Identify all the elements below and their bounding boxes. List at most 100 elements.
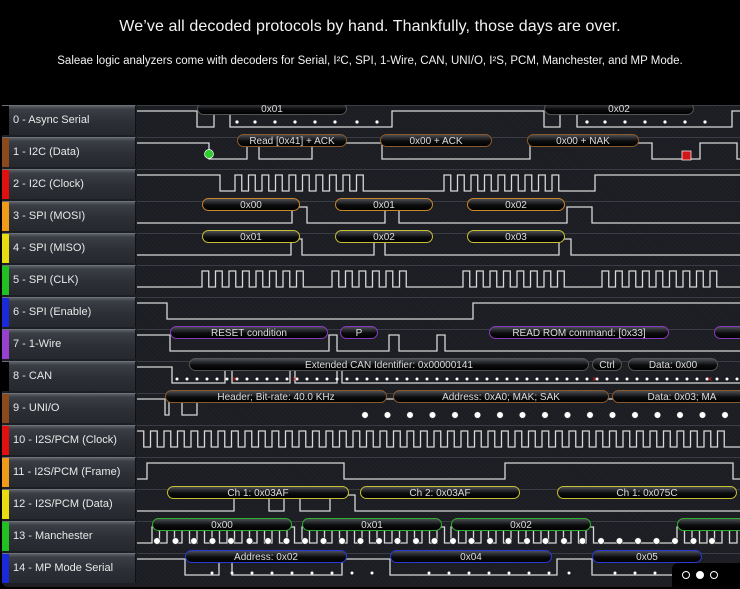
signal-trace [137, 462, 740, 480]
decoded-annotation[interactable]: 0x00 + NAK [527, 134, 639, 147]
channel-label[interactable]: 0 - Async Serial [2, 105, 136, 135]
decoded-annotation[interactable]: P [340, 326, 378, 339]
channel-row: 11 - I2S/PCM (Frame) [2, 457, 740, 489]
bit-sample-dot [535, 377, 539, 381]
decoded-annotation[interactable]: 0x02 [335, 230, 433, 243]
decoded-annotation[interactable]: 0x01 [302, 518, 442, 531]
channel-name: 10 - I2S/PCM (Clock) [13, 434, 117, 446]
channel-label[interactable]: 9 - UNI/O [2, 393, 136, 423]
channel-label[interactable]: 11 - I2S/PCM (Frame) [2, 457, 136, 487]
bit-sample-dot [375, 377, 379, 381]
channel-label[interactable]: 4 - SPI (MISO) [2, 233, 136, 263]
bit-sample-dot [565, 377, 569, 381]
bit-value-bubble [282, 537, 291, 545]
channel-color-swatch [2, 234, 9, 263]
bit-sample-dot [603, 120, 607, 124]
channel-label[interactable]: 14 - MP Mode Serial [2, 553, 136, 583]
decoded-annotation[interactable]: 0x00 [152, 518, 292, 531]
channel-label[interactable]: 6 - SPI (Enable) [2, 297, 136, 327]
decoded-annotation[interactable]: Data: 0x03; MA [612, 390, 740, 403]
bit-sample-dot [375, 120, 379, 124]
decoded-annotation[interactable]: Header; Bit-rate: 40.0 KHz [165, 390, 387, 403]
channel-label[interactable]: 3 - SPI (MOSI) [2, 201, 136, 231]
bit-sample-dot [635, 377, 639, 381]
bit-sample-dot [310, 571, 314, 575]
decoded-annotation[interactable]: 0x00 + ACK [380, 134, 492, 147]
carousel-dot-3[interactable] [710, 571, 718, 579]
decoded-annotation[interactable]: Address: 0xA0; MAK; SAK [393, 390, 609, 403]
decoded-annotation[interactable] [714, 326, 740, 339]
decoded-annotation[interactable]: 0x02 [467, 198, 565, 211]
decoded-annotation[interactable]: Ch 2: 0x03AF [360, 486, 520, 499]
bit-value-bubble [473, 411, 482, 419]
decoded-annotation[interactable]: Address: 0x02 [185, 550, 347, 563]
bit-value-bubble [671, 537, 679, 545]
bit-value-bubble [541, 411, 549, 419]
bit-value-bubble [430, 537, 439, 545]
decoded-annotation[interactable]: READ ROM command: [0x33] [489, 326, 669, 339]
channel-row: 10 - I2S/PCM (Clock) [2, 425, 740, 457]
waveform [137, 430, 740, 448]
decoded-annotation[interactable]: Data: 0x00 [628, 358, 718, 371]
carousel-dot-1[interactable] [682, 571, 690, 579]
waveform [137, 302, 740, 320]
decoded-annotation[interactable]: Ctrl [592, 358, 622, 371]
bit-value-bubble [412, 537, 420, 545]
carousel-dot-2[interactable] [696, 571, 704, 579]
bit-sample-dot [685, 377, 689, 381]
channel-name: 1 - I2C (Data) [13, 146, 80, 158]
decoded-annotation[interactable]: 0x00 [202, 198, 300, 211]
bit-sample-dot [250, 571, 254, 575]
decoded-annotation[interactable]: 0x04 [390, 550, 552, 563]
channel-name: 9 - UNI/O [13, 402, 60, 414]
channel-color-swatch [2, 394, 9, 423]
channel-row: 8 - CAN × × × × Extended CAN Identifier: 0x00… [2, 358, 740, 393]
bit-sample-dot [605, 377, 609, 381]
decoded-annotation[interactable]: Read [0x41] + ACK [237, 134, 347, 147]
bit-sample-dot [567, 571, 571, 575]
channel-label[interactable]: 13 - Manchester [2, 521, 136, 551]
decoded-annotation[interactable]: 0x05 [592, 550, 702, 563]
channel-label[interactable]: 10 - I2S/PCM (Clock) [2, 425, 136, 455]
decoded-annotation[interactable]: RESET condition [170, 326, 328, 339]
decoded-annotation[interactable]: 0x01 [202, 230, 300, 243]
decoded-annotation[interactable]: Extended CAN Identifier: 0x00000141 [189, 358, 589, 371]
decoded-annotation[interactable] [677, 518, 740, 531]
bit-sample-dot [355, 377, 359, 381]
bit-sample-dot [315, 377, 319, 381]
decoded-annotation[interactable]: Ch 1: 0x03AF [167, 486, 349, 499]
channel-label[interactable]: 8 - CAN [2, 361, 136, 391]
bit-sample-dot [643, 120, 647, 124]
channel-label[interactable]: 2 - I2C (Clock) [2, 169, 136, 199]
bit-sample-dot [325, 377, 329, 381]
bit-sample-dot [313, 120, 317, 124]
bit-value-bubble [393, 537, 402, 545]
bit-sample-dot [305, 377, 309, 381]
bit-value-bubble [264, 537, 272, 545]
decoded-annotation[interactable]: 0x03 [467, 230, 565, 243]
decoded-annotation[interactable]: 0x02 [451, 518, 591, 531]
channel-label[interactable]: 5 - SPI (CLK) [2, 265, 136, 295]
bit-sample-dot [485, 377, 489, 381]
channel-label[interactable]: 12 - I2S/PCM (Data) [2, 489, 136, 519]
decoded-annotation[interactable]: 0x01 [197, 105, 347, 115]
decoded-annotation[interactable]: Ch 1: 0x075C [557, 486, 737, 499]
channel-label[interactable]: 1 - I2C (Data) [2, 137, 136, 167]
channel-row: 6 - SPI (Enable) [2, 297, 740, 329]
bit-sample-dot [615, 377, 619, 381]
bit-sample-dot [435, 377, 439, 381]
bit-sample-dot [265, 377, 269, 381]
decoded-annotation[interactable]: 0x02 [544, 105, 694, 115]
signal-trace [137, 174, 740, 192]
bit-sample-dot [345, 377, 349, 381]
bit-sample-dot [683, 120, 687, 124]
bit-sample-dot [695, 377, 699, 381]
channel-label[interactable]: 7 - 1-Wire [2, 329, 136, 359]
bit-sample-dot [525, 377, 529, 381]
channel-row: 0 - Async Serial 0x01 0x02 [2, 105, 740, 137]
bit-sample-dot [253, 120, 257, 124]
channel-color-swatch [2, 106, 9, 135]
bit-value-bubble [451, 411, 459, 419]
decoded-annotation[interactable]: 0x01 [335, 198, 433, 211]
bit-sample-dot [653, 571, 657, 575]
